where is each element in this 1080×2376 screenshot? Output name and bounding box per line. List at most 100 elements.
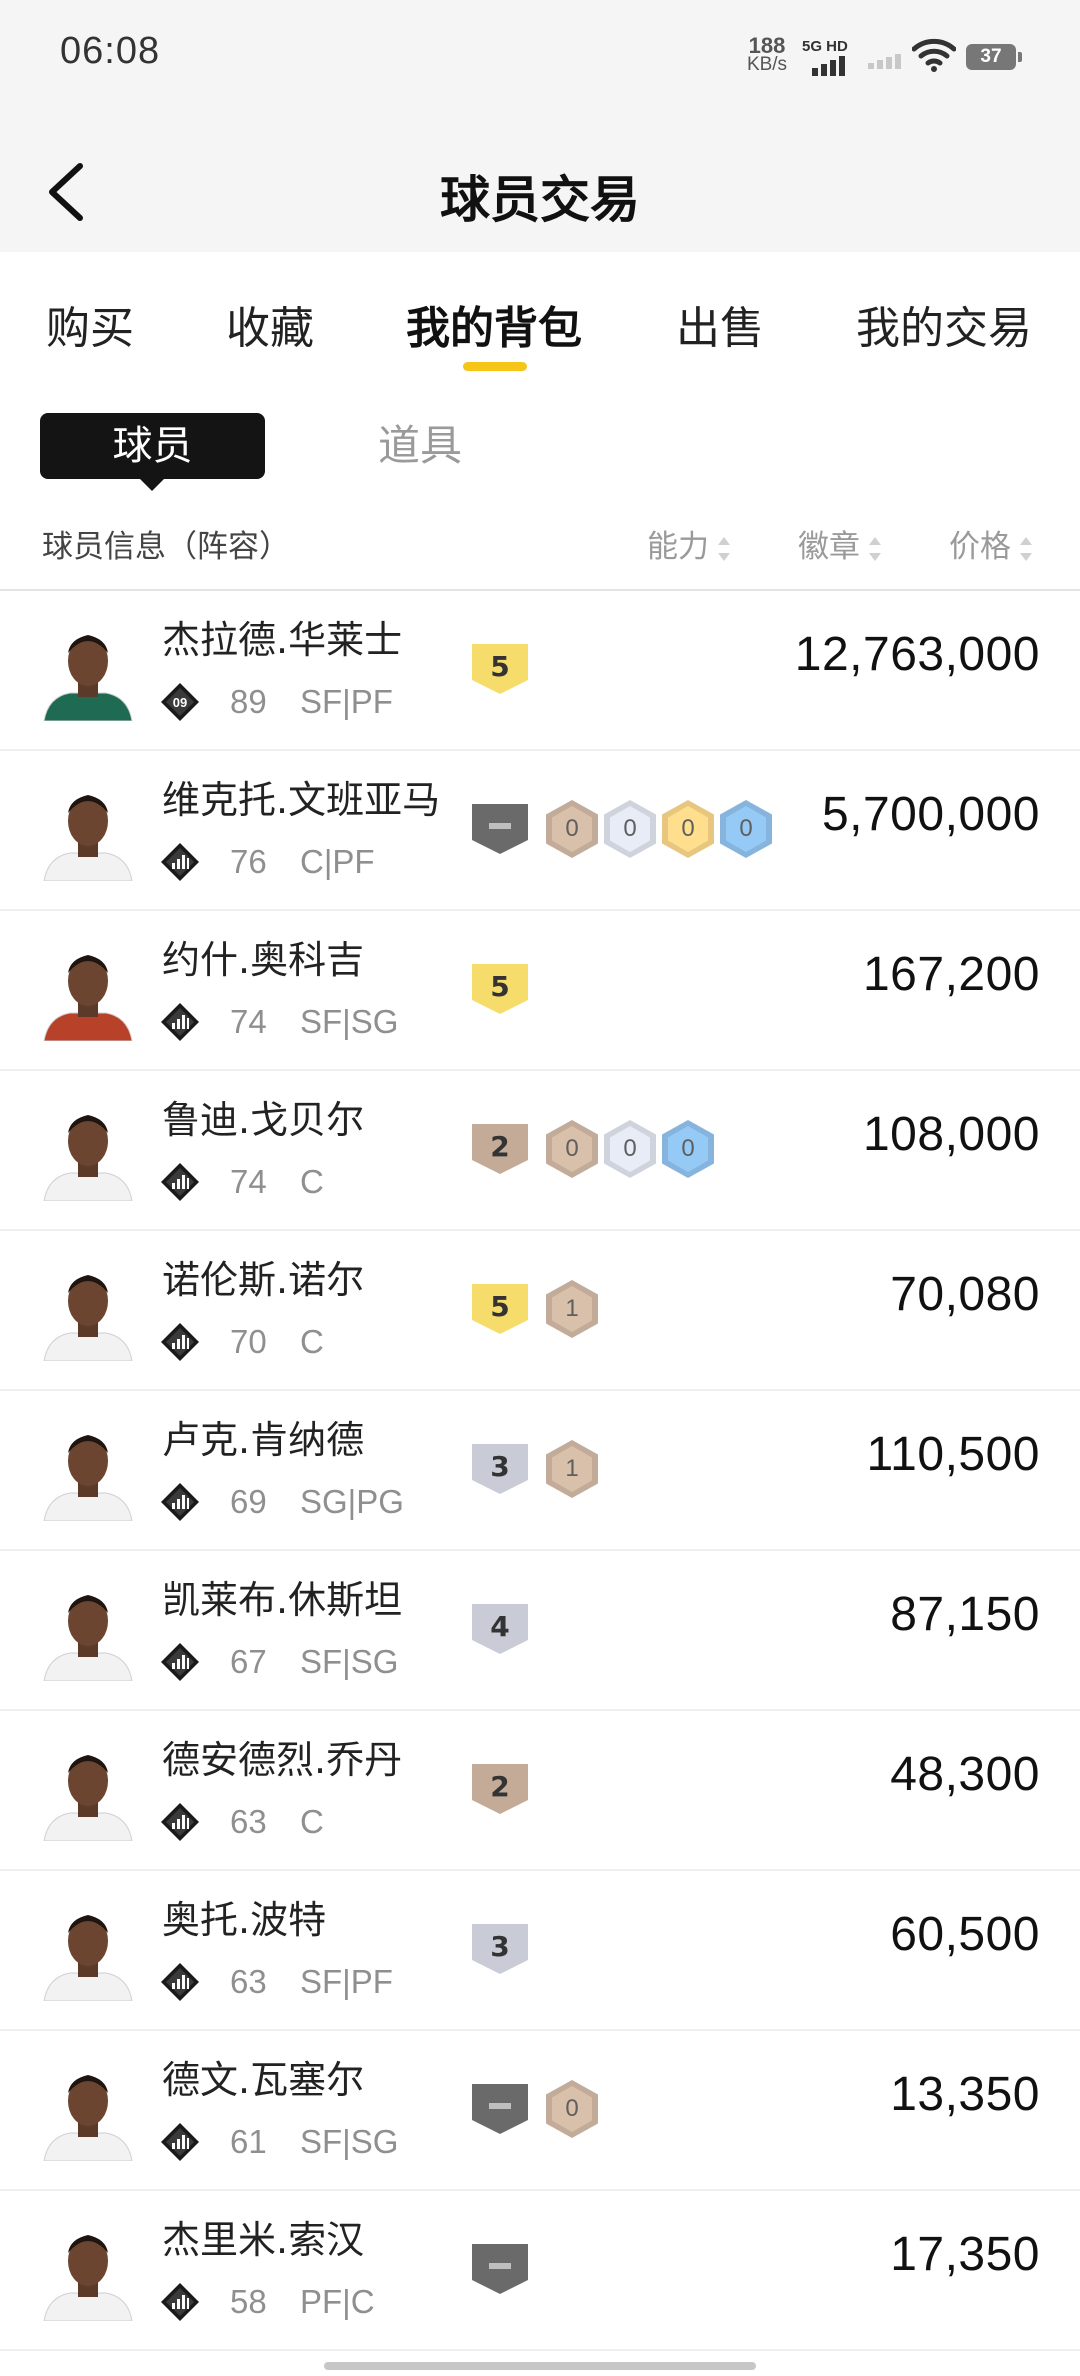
ability-card-value: 5 <box>490 649 510 683</box>
player-rating: 89 <box>230 683 267 720</box>
player-row[interactable]: 凯莱布.休斯坦 67 SF|SG 4 87,150 <box>0 1551 1080 1711</box>
player-list: 杰拉德.华莱士 09 89 SF|PF 5 12,763,000 维克托.文班亚马 76 C|P… <box>0 591 1080 2351</box>
diamond-bars-icon <box>160 1482 200 1522</box>
player-rating: 63 <box>230 1963 267 2000</box>
player-price: 110,500 <box>866 1428 1040 1481</box>
tab-sell[interactable]: 出售 <box>676 292 764 356</box>
player-position: SG|PG <box>300 1483 404 1520</box>
badge-count: 1 <box>552 1286 592 1332</box>
segment-players[interactable]: 球员 <box>40 413 265 491</box>
player-avatar <box>40 1421 136 1521</box>
player-price: 60,500 <box>890 1908 1040 1961</box>
player-avatar <box>40 1901 136 2001</box>
player-price: 108,000 <box>862 1108 1040 1161</box>
net-speed-value: 188 <box>748 33 786 58</box>
badge-count: 0 <box>726 806 766 852</box>
player-price: 48,300 <box>890 1748 1040 1801</box>
tab-buy[interactable]: 购买 <box>46 292 134 356</box>
player-badges <box>472 2241 540 2297</box>
diamond-bars-icon <box>160 842 200 882</box>
badge-blue-hex-icon: 0 <box>720 800 772 858</box>
header-player-info: 球员信息（阵容） <box>42 529 290 565</box>
player-row[interactable]: 诺伦斯.诺尔 70 C 5 1 70,080 <box>0 1231 1080 1391</box>
player-row[interactable]: 卢克.肯纳德 69 SG|PG 3 1 110,500 <box>0 1391 1080 1551</box>
ability-card-value: 3 <box>490 1449 510 1483</box>
player-badges: 3 <box>472 1921 540 1977</box>
diamond-bars-icon <box>160 2282 200 2322</box>
player-name: 维克托.文班亚马 <box>162 778 441 822</box>
player-row[interactable]: 杰里米.索汉 58 PF|C 17,350 <box>0 2191 1080 2351</box>
wifi-icon <box>912 38 956 72</box>
badge-silver-hex-icon: 0 <box>604 1120 656 1178</box>
player-avatar <box>40 941 136 1041</box>
player-row[interactable]: 德安德烈.乔丹 63 C 2 48,300 <box>0 1711 1080 1871</box>
ability-card-silver: 3 <box>472 1924 528 1974</box>
player-name: 诺伦斯.诺尔 <box>162 1258 365 1302</box>
badge-count: 0 <box>610 806 650 852</box>
badge-count: 0 <box>552 2086 592 2132</box>
badge-bronze-hex-icon: 0 <box>546 800 598 858</box>
player-name: 杰拉德.华莱士 <box>162 618 403 662</box>
segment-items[interactable]: 道具 <box>378 413 488 479</box>
tab-bar: 购买 收藏 我的背包 出售 我的交易 <box>0 252 1080 378</box>
player-row[interactable]: 德文.瓦塞尔 61 SF|SG 0 13,350 <box>0 2031 1080 2191</box>
sort-price[interactable]: 价格 <box>949 521 1033 566</box>
player-avatar <box>40 1261 136 1361</box>
tab-my-trades[interactable]: 我的交易 <box>856 292 1032 356</box>
tab-my-backpack[interactable]: 我的背包 <box>406 292 582 356</box>
ability-card-bronze: 2 <box>472 1764 528 1814</box>
player-badges: 4 <box>472 1601 540 1657</box>
player-name: 鲁迪.戈贝尔 <box>162 1098 365 1142</box>
player-row[interactable]: 鲁迪.戈贝尔 74 C 2 0 0 0 108,000 <box>0 1071 1080 1231</box>
player-row[interactable]: 约什.奥科吉 74 SF|SG 5 167,200 <box>0 911 1080 1071</box>
player-badges: 5 <box>472 641 540 697</box>
status-bar: 06:08 188 KB/s 5G HD 37 <box>0 0 1080 130</box>
badge-bronze-hex-icon: 0 <box>546 1120 598 1178</box>
sort-arrows-icon <box>717 536 731 562</box>
page-title: 球员交易 <box>440 171 640 229</box>
player-position: C <box>300 1803 324 1840</box>
net-speed-unit: KB/s <box>746 54 788 75</box>
diamond-09-icon: 09 <box>160 682 200 722</box>
diamond-bars-icon <box>160 1162 200 1202</box>
diamond-bars-icon <box>160 1002 200 1042</box>
tab-favorites[interactable]: 收藏 <box>226 292 314 356</box>
player-rating: 69 <box>230 1483 267 1520</box>
svg-text:09: 09 <box>173 695 187 710</box>
ability-card-value: 5 <box>490 1289 510 1323</box>
player-name: 奥托.波特 <box>162 1898 327 1942</box>
player-badges: 0000 <box>472 800 772 858</box>
player-name: 德文.瓦塞尔 <box>162 2058 365 2102</box>
cellular-signal-icon: 5G HD <box>800 38 852 78</box>
cellular-signal-2-icon <box>868 54 901 69</box>
player-rating: 67 <box>230 1643 267 1680</box>
player-price: 70,080 <box>890 1268 1040 1321</box>
player-rating: 70 <box>230 1323 267 1360</box>
player-position: PF|C <box>300 2283 375 2320</box>
player-price: 167,200 <box>862 948 1040 1001</box>
player-row[interactable]: 奥托.波特 63 SF|PF 3 60,500 <box>0 1871 1080 2031</box>
badge-count: 0 <box>668 806 708 852</box>
sort-badges-label: 徽章 <box>798 529 860 565</box>
player-position: C|PF <box>300 843 375 880</box>
player-badges: 2 <box>472 1761 540 1817</box>
active-tab-indicator <box>463 362 527 371</box>
sort-badges[interactable]: 徽章 <box>798 521 882 566</box>
sort-price-label: 价格 <box>949 529 1011 565</box>
player-row[interactable]: 维克托.文班亚马 76 C|PF 0 0 0 0 5,700,000 <box>0 751 1080 911</box>
badge-count: 0 <box>552 1126 592 1172</box>
sort-ability[interactable]: 能力 <box>647 521 731 566</box>
player-name: 杰里米.索汉 <box>162 2218 365 2262</box>
home-indicator <box>324 2362 756 2370</box>
diamond-bars-icon <box>160 1322 200 1362</box>
player-avatar <box>40 1101 136 1201</box>
player-name: 凯莱布.休斯坦 <box>162 1578 403 1622</box>
badge-bronze-hex-icon: 0 <box>546 2080 598 2138</box>
badge-bronze-hex-icon: 1 <box>546 1440 598 1498</box>
badge-count: 0 <box>552 806 592 852</box>
player-name: 约什.奥科吉 <box>162 938 365 982</box>
player-row[interactable]: 杰拉德.华莱士 09 89 SF|PF 5 12,763,000 <box>0 591 1080 751</box>
ability-card-value: 5 <box>490 969 510 1003</box>
player-rating: 74 <box>230 1163 267 1200</box>
player-price: 87,150 <box>890 1588 1040 1641</box>
